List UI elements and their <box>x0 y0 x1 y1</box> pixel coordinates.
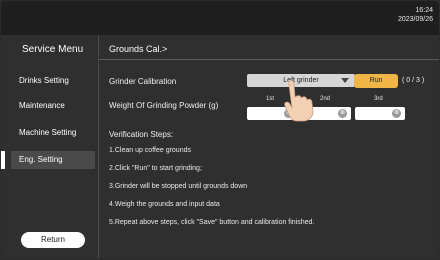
sidebar-item-drinks-setting[interactable]: Drinks Setting <box>11 72 95 90</box>
sidebar-item-eng-setting[interactable]: Eng. Setting <box>1 151 95 169</box>
title-divider <box>99 59 439 60</box>
sidebar <box>1 35 97 258</box>
sidebar-item-machine-setting[interactable]: Machine Setting <box>11 124 95 142</box>
verification-steps-title: Verification Steps: <box>109 130 174 139</box>
weight-label: Weight Of Grinding Powder (g) <box>109 101 219 110</box>
step-3: 3.Grinder will be stopped until grounds … <box>109 183 248 190</box>
run-button[interactable]: Run <box>354 74 398 88</box>
screen: 16:24 2023/09/26 Service Menu Drinks Set… <box>1 1 439 258</box>
clear-circle-icon[interactable]: ⊗ <box>392 109 401 118</box>
sidebar-title: Service Menu <box>22 44 84 55</box>
clock-time: 16:24 <box>415 7 433 14</box>
return-button[interactable]: Return <box>21 232 85 248</box>
page-title: Grounds Cal.> <box>109 44 168 54</box>
status-clock: 16:24 2023/09/26 <box>398 6 433 24</box>
column-1st: 1st <box>266 96 275 102</box>
column-3rd: 3rd <box>374 96 383 102</box>
main-panel: Grounds Cal.> Grinder Calibration Left g… <box>99 35 439 258</box>
step-1: 1.Clean up coffee grounds <box>109 147 191 154</box>
column-2nd: 2nd <box>320 96 331 102</box>
grinder-calibration-label: Grinder Calibration <box>109 77 177 86</box>
clear-circle-icon[interactable]: ⊗ <box>338 109 347 118</box>
top-bar: 16:24 2023/09/26 <box>1 1 439 35</box>
step-4: 4.Weigh the grounds and input data <box>109 201 220 208</box>
pointing-hand-icon <box>284 80 314 122</box>
step-2: 2.Click "Run" to start grinding; <box>109 165 202 172</box>
sidebar-item-maintenance[interactable]: Maintenance <box>11 97 95 115</box>
chevron-down-icon <box>341 78 349 83</box>
weight-field-3rd[interactable]: ⊗ <box>355 107 405 120</box>
clock-date: 2023/09/26 <box>397 16 433 23</box>
run-counter: ( 0 / 3 ) <box>402 77 425 84</box>
step-5: 5.Repeat above steps, click "Save" butto… <box>109 219 315 226</box>
